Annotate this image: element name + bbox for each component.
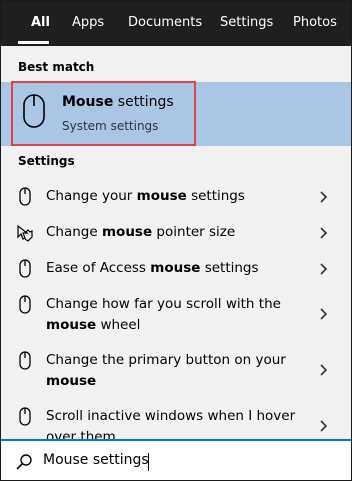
search-icon xyxy=(16,454,32,470)
tab-apps[interactable]: Apps xyxy=(72,1,104,46)
list-item-label: Change how far you scroll with the mouse … xyxy=(46,296,281,333)
search-input[interactable] xyxy=(43,448,333,472)
mouse-icon xyxy=(19,259,31,278)
chevron-right-icon xyxy=(320,191,328,203)
best-match-header: Best match xyxy=(18,60,95,74)
active-tab-indicator xyxy=(18,41,49,44)
chevron-right-icon xyxy=(320,263,328,275)
best-match-title: Mouse settings xyxy=(62,94,174,110)
tab-all[interactable]: All xyxy=(31,1,50,46)
list-item-label: Scroll inactive windows when I hover over… xyxy=(46,408,296,439)
mouse-icon xyxy=(19,351,31,370)
chevron-right-icon xyxy=(320,308,328,320)
search-panel: All Apps Documents Settings Photos Best … xyxy=(0,0,352,481)
list-item-scroll-amount[interactable]: Change how far you scroll with the mouse … xyxy=(1,293,351,337)
list-item-label: Change the primary button on your mouse xyxy=(46,352,286,389)
mouse-icon xyxy=(19,295,31,314)
chevron-right-icon xyxy=(320,420,328,432)
mouse-icon xyxy=(19,187,31,206)
list-item-label: Change mouse pointer size xyxy=(46,224,236,240)
search-box[interactable] xyxy=(1,439,351,480)
chevron-right-icon xyxy=(320,364,328,376)
list-item-label: Ease of Access mouse settings xyxy=(46,260,259,276)
settings-header: Settings xyxy=(18,154,75,168)
list-item-ease-of-access-mouse-settings[interactable]: Ease of Access mouse settings xyxy=(1,257,351,281)
tab-photos[interactable]: Photos xyxy=(293,1,337,46)
tab-bar: All Apps Documents Settings Photos xyxy=(1,1,351,46)
mouse-icon xyxy=(19,407,31,426)
tab-documents[interactable]: Documents xyxy=(128,1,202,46)
list-item-label: Change your mouse settings xyxy=(46,188,245,204)
mouse-pointer-icon xyxy=(17,224,33,242)
best-match-subtitle: System settings xyxy=(62,119,159,133)
mouse-icon xyxy=(23,94,45,128)
list-item-change-mouse-pointer-size[interactable]: Change mouse pointer size xyxy=(1,221,351,245)
results-list: Best match Mouse settings System setting… xyxy=(1,46,351,439)
chevron-right-icon xyxy=(320,227,328,239)
list-item-change-mouse-settings[interactable]: Change your mouse settings xyxy=(1,185,351,209)
tab-settings[interactable]: Settings xyxy=(220,1,273,46)
list-item-primary-button[interactable]: Change the primary button on your mouse xyxy=(1,349,351,393)
list-item-scroll-inactive-windows[interactable]: Scroll inactive windows when I hover over… xyxy=(1,405,351,439)
text-caret xyxy=(148,453,149,471)
